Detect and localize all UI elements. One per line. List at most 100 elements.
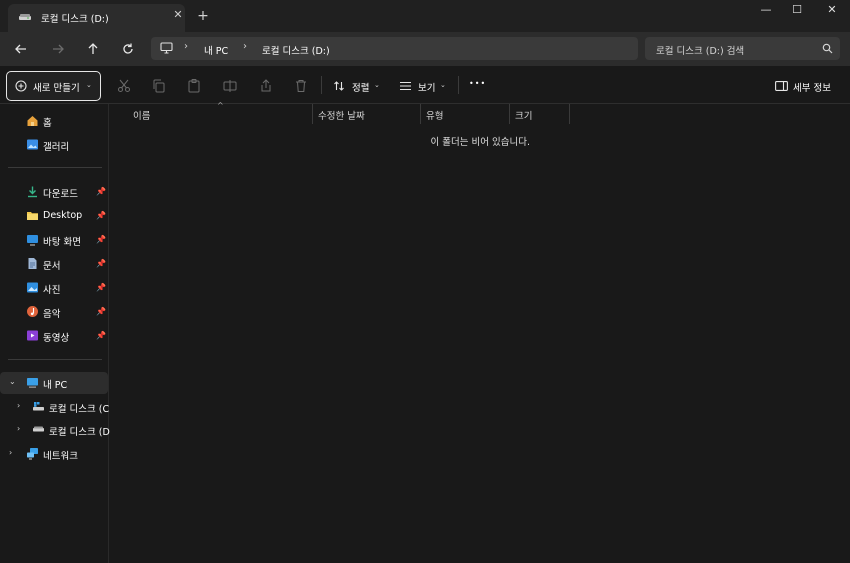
copy-icon[interactable]	[151, 78, 167, 94]
pin-icon[interactable]: 📌	[96, 259, 106, 268]
sidebar-item-this-pc[interactable]: ⌄ 내 PC	[0, 372, 108, 394]
breadcrumb-local-disk-d[interactable]: 로컬 디스크 (D:)	[262, 43, 330, 57]
details-button[interactable]: 세부 정보	[793, 80, 831, 94]
chevron-right-icon[interactable]: ›	[9, 448, 12, 457]
sidebar-item-label: 네트워크	[43, 451, 78, 462]
navigation-bar: › 내 PC › 로컬 디스크 (D:) 로컬 디스크 (D:) 검색	[0, 32, 850, 66]
maximize-button[interactable]: ☐	[780, 0, 814, 20]
back-button[interactable]	[11, 39, 31, 59]
sidebar-item-label: 로컬 디스크 (D	[49, 427, 110, 438]
sidebar-item-label: Desktop	[43, 210, 83, 221]
sidebar-divider	[8, 359, 102, 360]
paste-icon[interactable]	[186, 78, 202, 94]
column-header-name[interactable]: 이름	[133, 108, 150, 122]
toolbar-divider	[458, 76, 459, 94]
sidebar-item-videos[interactable]: 동영상 📌	[0, 325, 108, 347]
rename-icon[interactable]	[222, 78, 238, 94]
more-options-button[interactable]: •••	[469, 79, 486, 88]
gallery-icon	[27, 139, 38, 150]
view-button[interactable]: 보기	[418, 80, 435, 94]
cut-icon[interactable]	[116, 78, 132, 94]
pin-icon[interactable]: 📌	[96, 187, 106, 196]
search-icon	[822, 43, 833, 54]
empty-folder-message: 이 폴더는 비어 있습니다.	[430, 137, 530, 148]
new-button-label: 새로 만들기	[33, 83, 80, 94]
folder-icon	[27, 212, 38, 220]
monitor-icon	[160, 42, 173, 54]
file-list-pane[interactable]: ^ 이름 수정한 날짜 유형 크기 이 폴더는 비어 있습니다.	[109, 101, 850, 563]
network-icon	[27, 448, 38, 460]
tab-local-disk-d[interactable]: 로컬 디스크 (D:) ✕	[8, 4, 185, 32]
sort-icon	[334, 81, 344, 91]
forward-button[interactable]	[48, 39, 68, 59]
desktop-icon	[27, 235, 38, 246]
sidebar-item-home[interactable]: 홈	[0, 110, 108, 132]
sidebar-item-label: 로컬 디스크 (C	[49, 404, 110, 415]
drive-icon	[33, 426, 44, 432]
sort-ascending-icon: ^	[217, 101, 224, 110]
pin-icon[interactable]: 📌	[96, 283, 106, 292]
chevron-right-icon[interactable]: ›	[17, 401, 20, 410]
sidebar-item-pictures[interactable]: 사진 📌	[0, 277, 108, 299]
sidebar-item-network[interactable]: › 네트워크	[0, 443, 108, 465]
new-tab-button[interactable]: +	[195, 8, 211, 24]
pin-icon[interactable]: 📌	[96, 307, 106, 316]
title-bar: 로컬 디스크 (D:) ✕ + — ☐ ✕	[0, 0, 850, 32]
pin-icon[interactable]: 📌	[96, 235, 106, 244]
column-header-date-modified[interactable]: 수정한 날짜	[318, 108, 365, 122]
close-window-button[interactable]: ✕	[815, 0, 849, 20]
column-divider[interactable]	[420, 104, 421, 124]
share-icon[interactable]	[258, 78, 274, 94]
minimize-button[interactable]: —	[749, 0, 783, 20]
drive-icon	[19, 14, 31, 20]
delete-icon[interactable]	[293, 78, 309, 94]
sidebar-divider	[8, 167, 102, 168]
computer-icon	[27, 378, 38, 388]
sidebar-item-desktop-folder[interactable]: Desktop 📌	[0, 205, 108, 227]
up-button[interactable]	[83, 39, 103, 59]
sidebar-item-downloads[interactable]: 다운로드 📌	[0, 181, 108, 203]
navigation-pane: 홈 갤러리 다운로드 📌 Desktop 📌 바탕 화면 📌 문서 📌 사진 📌…	[0, 104, 110, 563]
column-divider[interactable]	[509, 104, 510, 124]
refresh-button[interactable]	[118, 39, 138, 59]
search-input[interactable]: 로컬 디스크 (D:) 검색	[656, 43, 744, 57]
chevron-down-icon[interactable]: ⌄	[9, 377, 16, 386]
breadcrumb-this-pc[interactable]: 내 PC	[204, 43, 228, 57]
sidebar-item-label: 다운로드	[43, 189, 78, 200]
sidebar-item-label: 문서	[43, 261, 61, 272]
document-icon	[28, 258, 37, 269]
column-header-type[interactable]: 유형	[426, 108, 443, 122]
chevron-right-icon: ›	[184, 41, 188, 52]
chevron-down-icon: ⌄	[374, 81, 380, 89]
sidebar-item-drive-c[interactable]: › 로컬 디스크 (C	[0, 396, 110, 418]
sidebar-item-desktop[interactable]: 바탕 화면 📌	[0, 229, 108, 251]
sidebar-item-gallery[interactable]: 갤러리	[0, 134, 108, 156]
details-pane-icon	[775, 81, 788, 91]
pin-icon[interactable]: 📌	[96, 211, 106, 220]
refresh-icon	[123, 43, 133, 54]
sidebar-item-label: 음악	[43, 309, 61, 320]
sort-button[interactable]: 정렬	[352, 80, 369, 94]
sidebar-item-label: 홈	[43, 118, 52, 129]
sidebar-item-music[interactable]: 음악 📌	[0, 301, 108, 323]
chevron-right-icon[interactable]: ›	[17, 424, 20, 433]
chevron-down-icon: ⌄	[440, 81, 446, 89]
chevron-right-icon: ›	[243, 41, 247, 52]
column-divider[interactable]	[312, 104, 313, 124]
download-icon	[28, 186, 37, 198]
view-icon	[400, 81, 411, 91]
search-box[interactable]: 로컬 디스크 (D:) 검색	[645, 37, 840, 60]
sidebar-item-label: 내 PC	[43, 380, 68, 391]
pin-icon[interactable]: 📌	[96, 331, 106, 340]
column-divider[interactable]	[569, 104, 570, 124]
address-bar[interactable]: › 내 PC › 로컬 디스크 (D:)	[151, 37, 638, 60]
close-icon[interactable]: ✕	[171, 8, 185, 22]
sidebar-item-documents[interactable]: 문서 📌	[0, 253, 108, 275]
new-button[interactable]: 새로 만들기 ⌄	[6, 71, 101, 101]
sidebar-item-label: 갤러리	[43, 142, 70, 153]
sidebar-item-drive-d[interactable]: › 로컬 디스크 (D	[0, 419, 110, 441]
column-header-size[interactable]: 크기	[515, 108, 532, 122]
sidebar-item-label: 사진	[43, 285, 61, 296]
arrow-up-icon	[88, 43, 98, 54]
video-icon	[27, 330, 38, 341]
